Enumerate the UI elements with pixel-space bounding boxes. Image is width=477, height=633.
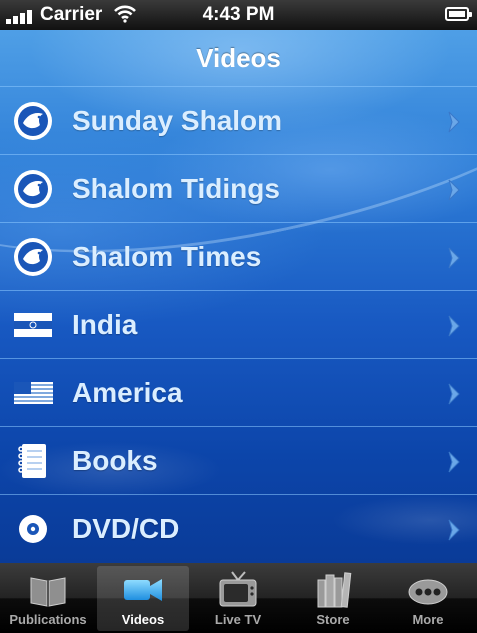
tab-videos[interactable]: Videos bbox=[97, 566, 189, 631]
video-camera-icon bbox=[124, 579, 162, 601]
tab-label: Live TV bbox=[214, 612, 262, 627]
list-item-india[interactable]: India bbox=[0, 290, 477, 358]
list-item-label: Shalom Times bbox=[72, 241, 262, 272]
books-icon bbox=[317, 572, 352, 608]
more-dots-icon bbox=[408, 579, 448, 605]
tab-label: Publications bbox=[9, 612, 87, 627]
list-item-sunday-shalom[interactable]: Sunday Shalom bbox=[0, 86, 477, 154]
video-category-list: Sunday Shalom Shalom Tidings Shalom Time… bbox=[0, 86, 477, 562]
chevron-right-icon bbox=[448, 519, 460, 541]
list-item-dvd-cd[interactable]: DVD/CD bbox=[0, 494, 477, 562]
tab-label: Videos bbox=[121, 612, 165, 627]
chevron-right-icon bbox=[448, 179, 460, 201]
chevron-right-icon bbox=[448, 111, 460, 133]
tab-publications[interactable]: Publications bbox=[2, 566, 94, 631]
list-item-label: America bbox=[72, 377, 183, 408]
notebook-icon bbox=[18, 444, 46, 478]
open-book-icon bbox=[30, 577, 66, 607]
page-title: Videos bbox=[196, 43, 281, 73]
us-flag-icon bbox=[14, 382, 53, 404]
tab-label: More bbox=[412, 612, 444, 627]
chevron-right-icon bbox=[448, 383, 460, 405]
tv-icon bbox=[219, 571, 257, 607]
battery-icon bbox=[445, 7, 472, 21]
chevron-right-icon bbox=[448, 451, 460, 473]
list-item-books[interactable]: Books bbox=[0, 426, 477, 494]
list-item-america[interactable]: America bbox=[0, 358, 477, 426]
list-item-shalom-tidings[interactable]: Shalom Tidings bbox=[0, 154, 477, 222]
dove-logo-icon bbox=[14, 102, 52, 140]
tab-more[interactable]: More bbox=[382, 566, 474, 631]
dove-logo-icon bbox=[14, 238, 52, 276]
list-item-label: Books bbox=[72, 445, 158, 476]
list-item-label: Sunday Shalom bbox=[72, 105, 283, 136]
list-item-label: DVD/CD bbox=[72, 513, 180, 544]
status-bar: Carrier 4:43 PM bbox=[0, 0, 477, 30]
list-item-label: Shalom Tidings bbox=[72, 173, 280, 204]
tab-store[interactable]: Store bbox=[287, 566, 379, 631]
disc-icon bbox=[19, 515, 47, 543]
tab-label: Store bbox=[316, 612, 350, 627]
list-item-label: India bbox=[72, 309, 138, 340]
tab-live-tv[interactable]: Live TV bbox=[192, 566, 284, 631]
list-item-shalom-times[interactable]: Shalom Times bbox=[0, 222, 477, 290]
tab-bar: Publications Videos Live TV Store More bbox=[0, 563, 477, 633]
india-flag-icon bbox=[14, 313, 52, 337]
status-time: 4:43 PM bbox=[202, 4, 275, 25]
chevron-right-icon bbox=[448, 247, 460, 269]
dove-logo-icon bbox=[14, 170, 52, 208]
content-area: Videos Sunday Shalom Shalom Tidings Shal… bbox=[0, 30, 477, 563]
chevron-right-icon bbox=[448, 315, 460, 337]
